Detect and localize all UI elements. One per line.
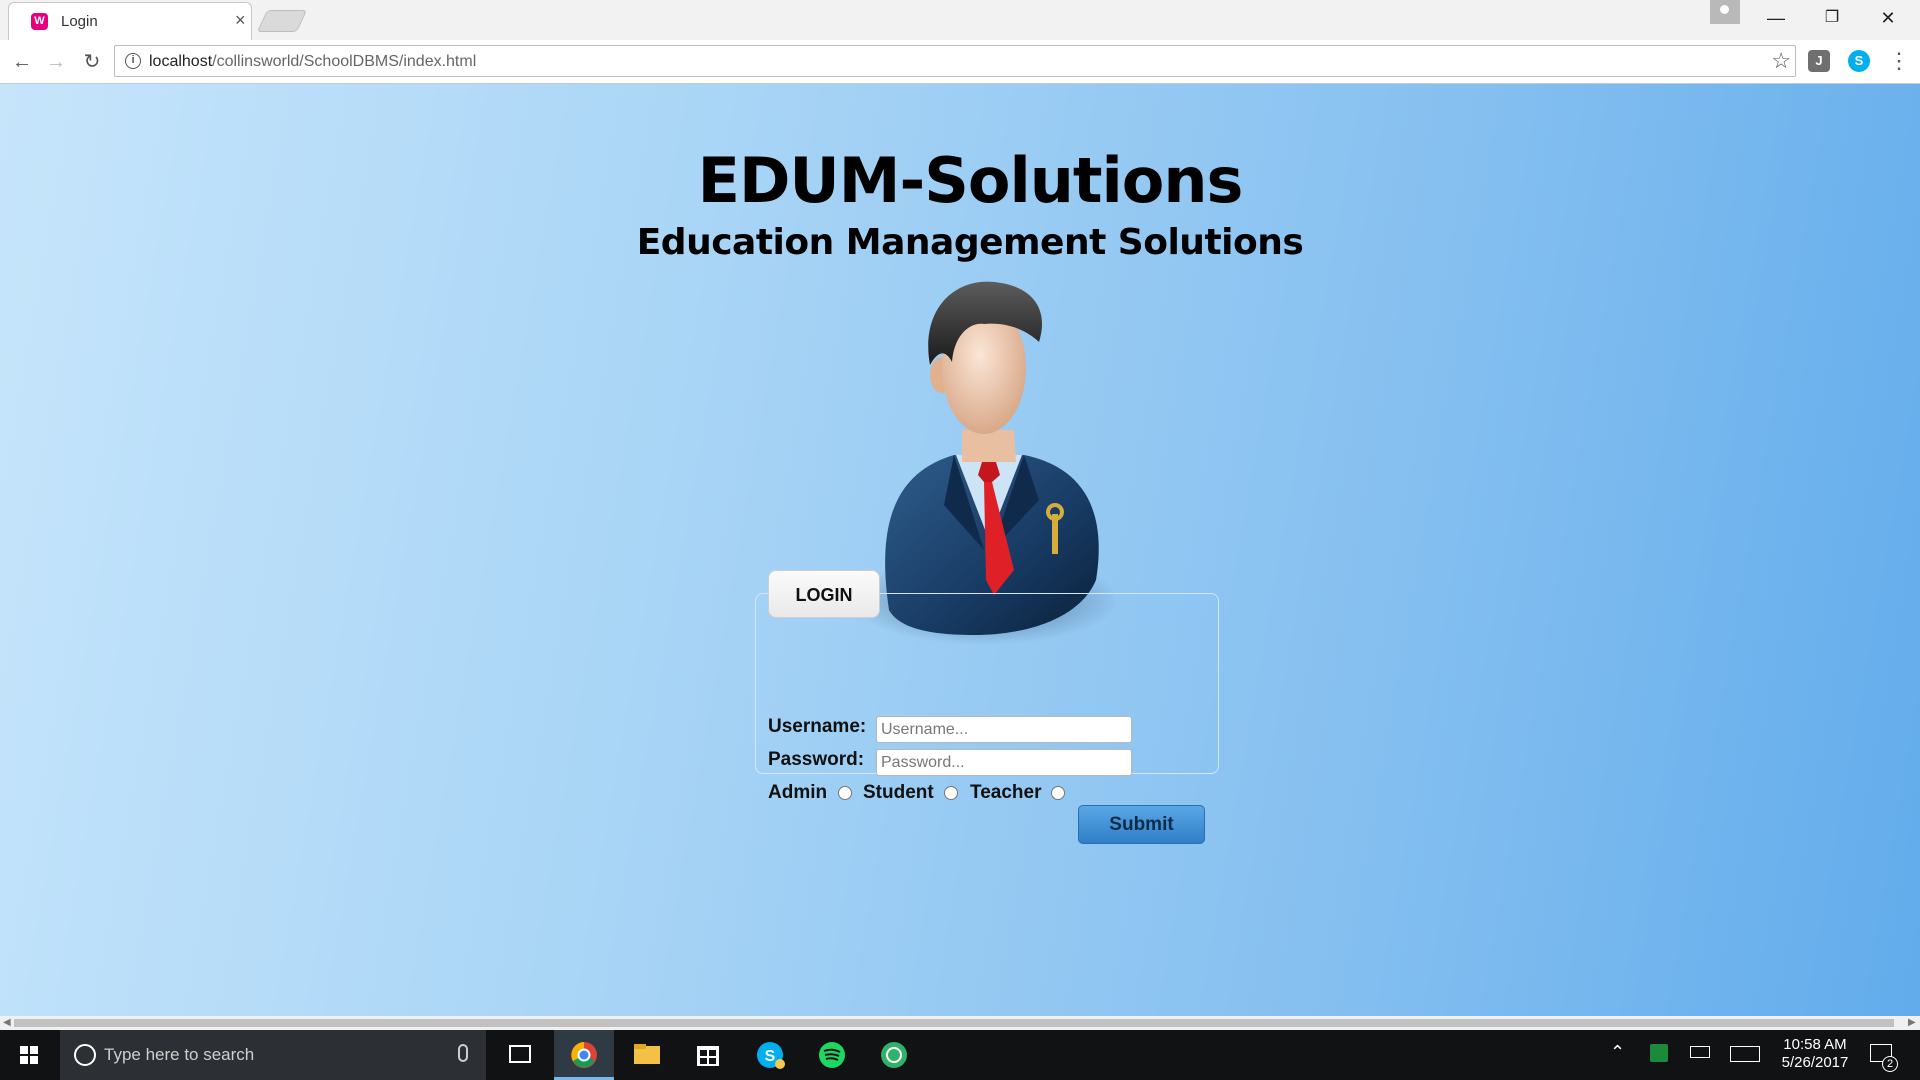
role-label-student: Student <box>863 782 934 803</box>
submit-button[interactable]: Submit <box>1078 805 1205 844</box>
clock[interactable]: 10:58 AM 5/26/2017 <box>1770 1036 1860 1072</box>
browser-toolbar: ← → ↻ i localhost/collinsworld/SchoolDBM… <box>0 40 1920 84</box>
clock-date: 5/26/2017 <box>1781 1054 1849 1071</box>
menu-icon[interactable]: ⋮ <box>1888 48 1910 74</box>
username-label: Username: <box>768 716 867 737</box>
tab-favicon-icon: W <box>31 13 48 30</box>
back-arrow-icon[interactable]: ← <box>8 48 36 76</box>
windows-taskbar: Type here to search S ⌃ 10:58 AM 5/26/20… <box>0 1030 1920 1080</box>
file-explorer-icon[interactable] <box>616 1030 676 1080</box>
start-button[interactable] <box>0 1030 58 1080</box>
scrollbar-thumb[interactable] <box>14 1019 1894 1027</box>
battery-icon[interactable] <box>1690 1046 1710 1058</box>
skype-extension-icon[interactable]: S <box>1848 50 1870 72</box>
role-label-teacher: Teacher <box>970 782 1042 803</box>
spotify-icon[interactable] <box>802 1030 862 1080</box>
forward-arrow-icon[interactable]: → <box>42 48 70 76</box>
role-radio-teacher[interactable] <box>1051 786 1065 800</box>
bookmark-star-icon[interactable]: ☆ <box>1771 48 1791 74</box>
task-view-icon[interactable] <box>490 1030 550 1080</box>
windows-logo-icon <box>20 1046 38 1064</box>
login-fieldset <box>755 593 1219 774</box>
minimize-button[interactable]: — <box>1754 4 1798 32</box>
svg-text:S: S <box>765 1048 776 1065</box>
horizontal-scrollbar[interactable]: ◀ ▶ <box>0 1016 1920 1030</box>
restore-button[interactable]: ❐ <box>1810 4 1854 32</box>
address-bar[interactable]: i localhost/collinsworld/SchoolDBMS/inde… <box>114 45 1796 77</box>
page-title: EDUM-Solutions <box>697 144 1244 217</box>
microphone-icon[interactable] <box>458 1044 468 1062</box>
scroll-right-icon[interactable]: ▶ <box>1908 1016 1916 1030</box>
taskbar-search[interactable]: Type here to search <box>60 1030 486 1080</box>
cortana-icon <box>74 1044 96 1066</box>
password-input[interactable] <box>876 749 1132 776</box>
url-host: localhost <box>149 53 213 70</box>
role-label-admin: Admin <box>768 782 828 803</box>
password-label: Password: <box>768 749 865 770</box>
taskbar-search-placeholder: Type here to search <box>104 1045 255 1064</box>
keyboard-icon[interactable] <box>1730 1046 1760 1062</box>
clock-time: 10:58 AM <box>1783 1036 1847 1053</box>
login-legend: LOGIN <box>768 570 880 618</box>
url-text[interactable]: localhost/collinsworld/SchoolDBMS/index.… <box>149 53 476 71</box>
tab-close-icon[interactable]: × <box>235 10 246 31</box>
role-radio-admin[interactable] <box>838 786 852 800</box>
tray-chevron-icon[interactable]: ⌃ <box>1610 1042 1625 1063</box>
reload-icon[interactable]: ↻ <box>78 48 106 76</box>
browser-tab[interactable]: W Login × <box>8 2 252 40</box>
jb-extension-icon[interactable]: J <box>1808 50 1830 72</box>
window-close-button[interactable]: ✕ <box>1866 4 1910 32</box>
role-radio-student[interactable] <box>944 786 958 800</box>
store-icon[interactable] <box>678 1030 738 1080</box>
chrome-icon[interactable] <box>554 1030 614 1080</box>
site-info-icon[interactable]: i <box>125 53 141 69</box>
username-input[interactable] <box>876 716 1132 743</box>
tab-title: Login <box>61 13 98 30</box>
skype-icon[interactable]: S <box>740 1030 800 1080</box>
profile-icon[interactable] <box>1710 0 1740 24</box>
scroll-left-icon[interactable]: ◀ <box>3 1016 11 1030</box>
new-tab-button[interactable] <box>256 10 308 32</box>
url-path: /collinsworld/SchoolDBMS/index.html <box>212 53 477 70</box>
browser-title-bar: W Login × — ❐ ✕ <box>0 0 1920 40</box>
notification-count-badge: 2 <box>1882 1056 1898 1072</box>
tray-app-icon[interactable] <box>1650 1044 1668 1062</box>
browser-icon[interactable] <box>864 1030 924 1080</box>
